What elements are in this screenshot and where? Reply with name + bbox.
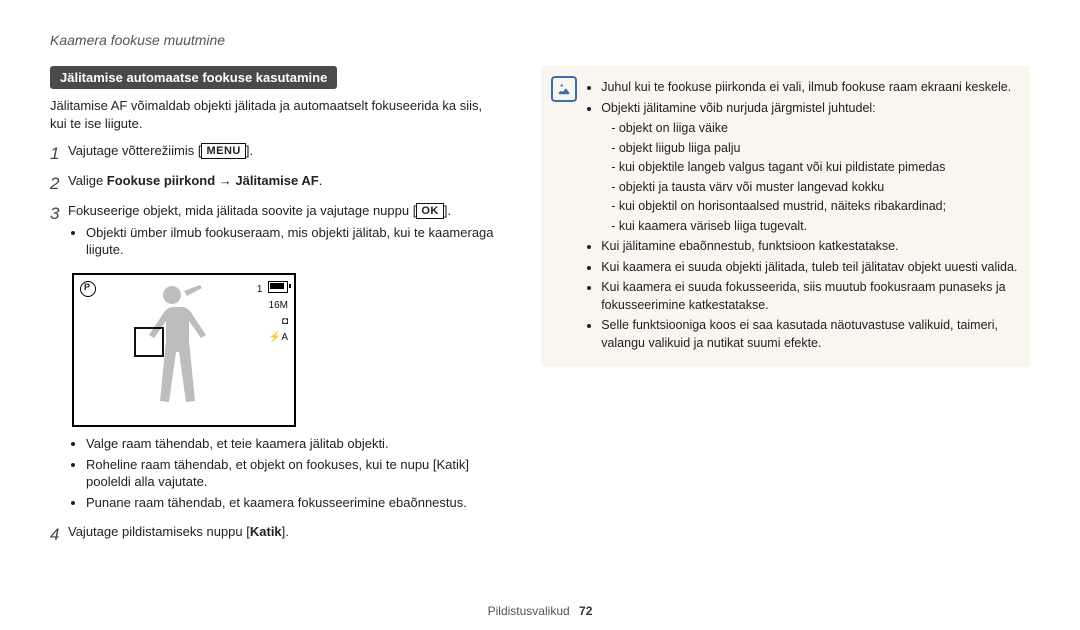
note-item: Roheline raam tähendab, et objekt on foo… — [86, 456, 501, 491]
osd-resolution: 16M — [257, 299, 288, 313]
step-bold-2: Jälitamise AF — [235, 173, 318, 188]
info-fail-reason: kui objektil on horisontaalsed mustrid, … — [611, 198, 1018, 216]
step-after: ]. — [246, 143, 253, 158]
figure-notes: Valge raam tähendab, et teie kaamera jäl… — [72, 435, 501, 511]
page-number: 72 — [579, 604, 592, 618]
osd-flash-icon: ⚡A — [257, 331, 288, 345]
info-item: Kui kaamera ei suuda objekti jälitada, t… — [601, 259, 1018, 277]
page-header: Kaamera fookuse muutmine — [50, 32, 1030, 48]
info-item: Kui kaamera ei suuda fokusseerida, siis … — [601, 279, 1018, 314]
info-item: Objekti jälitamine võib nurjuda järgmist… — [601, 100, 1018, 236]
info-item: Selle funktsiooniga koos ei saa kasutada… — [601, 317, 1018, 352]
ok-key: OK — [416, 203, 444, 219]
info-fail-reason: objekti ja tausta värv või muster langev… — [611, 179, 1018, 197]
info-item: Juhul kui te fookuse piirkonda ei vali, … — [601, 79, 1018, 97]
step-1: 1 Vajutage võtterežiimis [MENU]. — [50, 142, 501, 166]
step-before: Valige — [68, 173, 107, 188]
info-item: Kui jälitamine ebaõnnestub, funktsioon k… — [601, 238, 1018, 256]
step-before: Vajutage pildistamiseks nuppu [ — [68, 524, 250, 539]
step-number: 1 — [50, 142, 68, 166]
info-fail-reason: kui kaamera väriseb liiga tugevalt. — [611, 218, 1018, 236]
step-text: Fokuseerige objekt, mida jälitada soovit… — [68, 203, 416, 218]
step-bold-1: Fookuse piirkond — [107, 173, 215, 188]
step-after: . — [319, 173, 323, 188]
info-fail-reason: objekt on liiga väike — [611, 120, 1018, 138]
info-callout: Juhul kui te fookuse piirkonda ei vali, … — [541, 66, 1030, 367]
osd-mode-icon: ◘ — [257, 315, 288, 329]
footer-section: Pildistusvalikud — [488, 604, 570, 618]
step-3-sub: Objekti ümber ilmub fookuseraam, mis obj… — [86, 224, 501, 259]
step-number: 2 — [50, 172, 68, 196]
info-fail-intro: Objekti jälitamine võib nurjuda järgmist… — [601, 101, 875, 115]
info-fail-reason: objekt liigub liiga palju — [611, 140, 1018, 158]
note-item: Valge raam tähendab, et teie kaamera jäl… — [86, 435, 501, 453]
battery-icon — [268, 281, 288, 293]
step-number: 4 — [50, 523, 68, 547]
step-text: Vajutage võtterežiimis [ — [68, 143, 201, 158]
note-item: Punane raam tähendab, et kaamera fokusse… — [86, 494, 501, 512]
osd-shots: 1 — [257, 284, 263, 295]
info-fail-reason: kui objektile langeb valgus tagant või k… — [611, 159, 1018, 177]
camera-screen-illustration: 1 16M ◘ ⚡A — [72, 273, 296, 427]
step-3: 3 Fokuseerige objekt, mida jälitada soov… — [50, 202, 501, 265]
step-number: 3 — [50, 202, 68, 226]
step-2: 2 Valige Fookuse piirkond → Jälitamise A… — [50, 172, 501, 196]
focus-frame — [134, 327, 164, 357]
step-4: 4 Vajutage pildistamiseks nuppu [Katik]. — [50, 523, 501, 547]
step-after: ]. — [282, 524, 289, 539]
step-arrow: → — [215, 173, 235, 188]
menu-key: MENU — [201, 143, 245, 159]
osd-panel: 1 16M ◘ ⚡A — [257, 281, 288, 347]
step-after: ]. — [444, 203, 451, 218]
intro-text: Jälitamise AF võimaldab objekti jälitada… — [50, 97, 501, 132]
step-bold: Katik — [250, 524, 282, 539]
section-title: Jälitamise automaatse fookuse kasutamine — [50, 66, 337, 89]
info-icon — [551, 76, 577, 102]
page-footer: Pildistusvalikud 72 — [0, 604, 1080, 618]
mode-dial-icon — [80, 281, 96, 297]
